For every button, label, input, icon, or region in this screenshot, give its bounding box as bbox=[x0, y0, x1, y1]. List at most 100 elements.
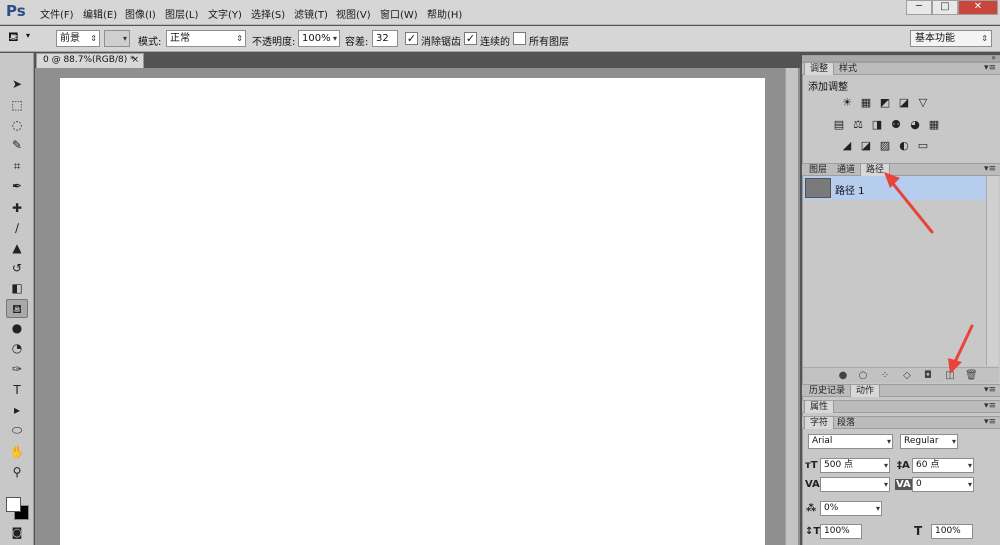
marquee-tool-icon[interactable]: ⬚ bbox=[6, 96, 28, 115]
add-mask-icon[interactable]: ◘ bbox=[922, 370, 934, 382]
menu-file[interactable]: 文件(F) bbox=[40, 6, 74, 21]
leading-input[interactable]: 60 点 ▾ bbox=[912, 458, 974, 473]
vibrance-icon[interactable]: ▤ bbox=[832, 119, 846, 131]
channel-mixer-icon[interactable]: ◕ bbox=[908, 119, 922, 131]
pattern-picker[interactable]: ▾ bbox=[104, 30, 130, 47]
quick-mask-icon[interactable]: ◙ bbox=[6, 523, 28, 542]
photo-filter-icon[interactable]: ⚉ bbox=[889, 119, 903, 131]
panel-menu-icon[interactable]: ▾≡ bbox=[984, 417, 996, 428]
brush-tool-icon[interactable]: ∕ bbox=[6, 219, 28, 238]
history-brush-tool-icon[interactable]: ↺ bbox=[6, 259, 28, 278]
tab-adjustments[interactable]: 调整 bbox=[804, 63, 835, 75]
path-thumbnail bbox=[805, 178, 831, 198]
tab-actions[interactable]: 动作 bbox=[850, 385, 881, 397]
antialias-checkbox[interactable]: ✓ bbox=[405, 32, 418, 45]
document-tab[interactable]: 0 @ 88.7%(RGB/8) * × bbox=[36, 53, 144, 68]
menu-type[interactable]: 文字(Y) bbox=[208, 6, 242, 21]
blur-tool-icon[interactable]: ● bbox=[6, 319, 28, 338]
vertical-scrollbar[interactable] bbox=[785, 68, 798, 545]
foreground-color-swatch[interactable] bbox=[6, 497, 21, 512]
kerning-select[interactable]: ▾ bbox=[820, 477, 890, 492]
font-size-input[interactable]: 500 点 ▾ bbox=[820, 458, 890, 473]
tab-properties[interactable]: 属性 bbox=[804, 401, 835, 413]
zoom-tool-icon[interactable]: ⚲ bbox=[6, 463, 28, 482]
fill-source-select[interactable]: 前景 ⇕ bbox=[56, 30, 100, 47]
path-select-tool-icon[interactable]: ▸ bbox=[6, 401, 28, 420]
type-tool-icon[interactable]: T bbox=[6, 381, 28, 400]
menu-select[interactable]: 选择(S) bbox=[251, 6, 285, 21]
tab-channels[interactable]: 通道 bbox=[832, 164, 860, 176]
panel-menu-icon[interactable]: ▾≡ bbox=[984, 385, 996, 396]
mode-label: 模式: bbox=[138, 37, 162, 48]
dodge-tool-icon[interactable]: ◔ bbox=[6, 339, 28, 358]
invert-icon[interactable]: ◢ bbox=[840, 140, 854, 152]
load-as-selection-icon[interactable]: ⁘ bbox=[879, 370, 891, 382]
leading-value: 60 点 bbox=[916, 460, 940, 470]
menu-view[interactable]: 视图(V) bbox=[336, 6, 371, 21]
all-layers-checkbox[interactable] bbox=[513, 32, 526, 45]
fill-path-icon[interactable]: ● bbox=[837, 370, 849, 382]
balance-icon[interactable]: ⚖ bbox=[851, 119, 865, 131]
paint-bucket-preset-icon[interactable]: ⛾ bbox=[8, 30, 19, 47]
healing-brush-tool-icon[interactable]: ✚ bbox=[6, 199, 28, 218]
opacity-input[interactable]: 100% ▾ bbox=[298, 30, 340, 47]
curves-icon[interactable]: ◩ bbox=[878, 97, 892, 109]
triangle-icon[interactable]: ▽ bbox=[916, 97, 930, 109]
menu-window[interactable]: 窗口(W) bbox=[380, 6, 418, 21]
hand-tool-icon[interactable]: ✋ bbox=[6, 443, 28, 462]
lasso-tool-icon[interactable]: ◌ bbox=[6, 116, 28, 135]
font-style-select[interactable]: Regular ▾ bbox=[900, 434, 958, 449]
panel-menu-icon[interactable]: ▾≡ bbox=[984, 164, 996, 175]
close-button[interactable]: ✕ bbox=[958, 0, 998, 15]
minimize-button[interactable]: ─ bbox=[906, 0, 932, 15]
vertical-scale-input[interactable]: 100% bbox=[820, 524, 862, 539]
menu-edit[interactable]: 编辑(E) bbox=[83, 6, 117, 21]
shape-tool-icon[interactable]: ⬭ bbox=[6, 421, 28, 440]
chevron-down-icon[interactable]: ▾ bbox=[26, 31, 30, 40]
eraser-tool-icon[interactable]: ◧ bbox=[6, 279, 28, 298]
paths-scrollbar[interactable] bbox=[986, 176, 998, 366]
tsume-input[interactable]: 0% ▾ bbox=[820, 501, 882, 516]
menu-filter[interactable]: 滤镜(T) bbox=[294, 6, 328, 21]
horizontal-scale-input[interactable]: 100% bbox=[931, 524, 973, 539]
stroke-path-icon[interactable]: ○ bbox=[857, 370, 869, 382]
pen-tool-icon[interactable]: ✑ bbox=[6, 360, 28, 379]
selective-color-icon[interactable]: ▭ bbox=[916, 140, 930, 152]
paint-bucket-tool-icon[interactable]: ⛾ bbox=[6, 299, 28, 318]
canvas[interactable] bbox=[60, 78, 765, 545]
tab-character[interactable]: 字符 bbox=[804, 417, 835, 429]
close-icon[interactable]: × bbox=[131, 54, 139, 67]
crop-tool-icon[interactable]: ⌗ bbox=[6, 157, 28, 176]
workspace-select[interactable]: 基本功能 ⇕ bbox=[910, 30, 992, 47]
threshold-icon[interactable]: ▨ bbox=[878, 140, 892, 152]
eyedropper-tool-icon[interactable]: ✒ bbox=[6, 177, 28, 196]
tracking-input[interactable]: 0 ▾ bbox=[912, 477, 974, 492]
gradient-map-icon[interactable]: ◐ bbox=[897, 140, 911, 152]
panel-menu-icon[interactable]: ▾≡ bbox=[984, 401, 996, 412]
maximize-button[interactable]: □ bbox=[932, 0, 958, 15]
tolerance-input[interactable]: 32 bbox=[372, 30, 398, 47]
stamp-tool-icon[interactable]: ▲ bbox=[6, 239, 28, 258]
contiguous-checkbox[interactable]: ✓ bbox=[464, 32, 477, 45]
make-work-path-icon[interactable]: ◇ bbox=[901, 370, 913, 382]
collapse-icon[interactable]: » bbox=[991, 53, 996, 62]
font-family-select[interactable]: Arial ▾ bbox=[808, 434, 893, 449]
exposure-icon[interactable]: ◪ bbox=[897, 97, 911, 109]
menu-help[interactable]: 帮助(H) bbox=[427, 6, 462, 21]
tab-layers[interactable]: 图层 bbox=[804, 164, 832, 176]
levels-icon[interactable]: ▦ bbox=[859, 97, 873, 109]
move-tool-icon[interactable]: ➤ bbox=[6, 75, 28, 94]
tab-history[interactable]: 历史记录 bbox=[804, 385, 850, 397]
contiguous-label: 连续的 bbox=[480, 37, 510, 48]
mode-select[interactable]: 正常 ⇕ bbox=[166, 30, 246, 47]
quick-select-tool-icon[interactable]: ✎ bbox=[6, 136, 28, 155]
brightness-icon[interactable]: ☀ bbox=[840, 97, 854, 109]
color-lookup-icon[interactable]: ▦ bbox=[927, 119, 941, 131]
posterize-icon[interactable]: ◪ bbox=[859, 140, 873, 152]
tab-styles[interactable]: 样式 bbox=[834, 63, 862, 75]
menu-image[interactable]: 图像(I) bbox=[125, 6, 156, 21]
tab-paragraph[interactable]: 段落 bbox=[832, 417, 860, 429]
menu-layer[interactable]: 图层(L) bbox=[165, 6, 198, 21]
panel-menu-icon[interactable]: ▾≡ bbox=[984, 63, 996, 74]
bw-icon[interactable]: ◨ bbox=[870, 119, 884, 131]
